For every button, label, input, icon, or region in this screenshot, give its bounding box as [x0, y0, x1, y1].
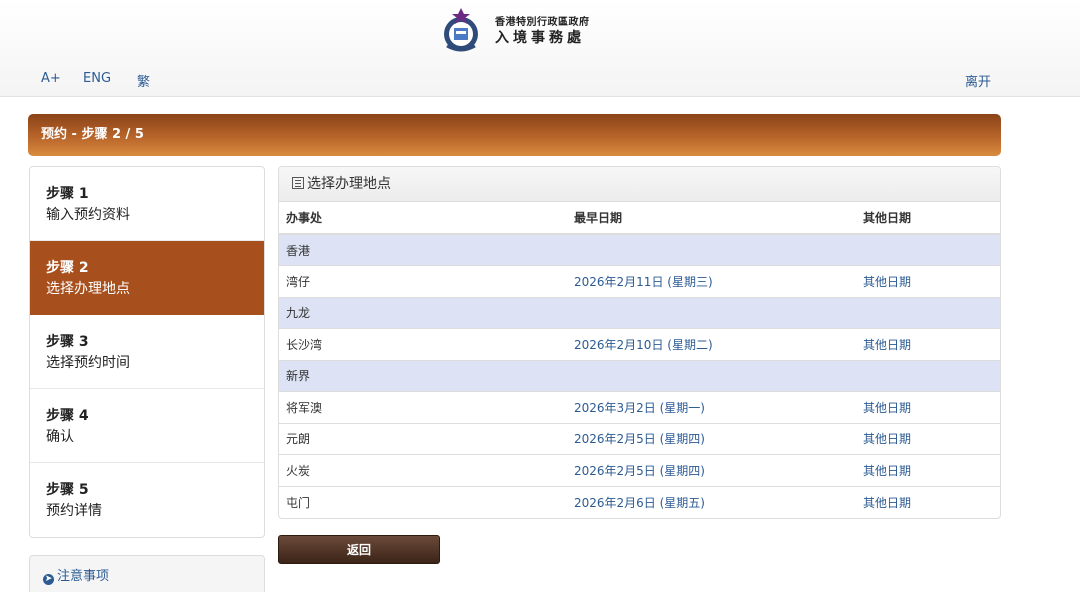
back-button[interactable]: 返回	[278, 535, 440, 564]
table-row: 火炭 2026年2月5日 (星期四) 其他日期	[279, 454, 1000, 486]
office-name: 湾仔	[279, 265, 567, 297]
immigration-department-emblem-icon	[444, 8, 478, 52]
step-title: 步骤 5	[46, 482, 89, 498]
region-row: 香港	[279, 233, 1000, 266]
step-item-1: 步骤 1 输入预约资料	[30, 167, 264, 241]
earliest-date-link[interactable]: 2026年2月10日 (星期二)	[574, 338, 713, 352]
other-dates-link[interactable]: 其他日期	[863, 401, 911, 415]
table-header-row: 办事处 最早日期 其他日期	[279, 202, 1000, 235]
traditional-chinese-link[interactable]: 繁	[137, 71, 150, 90]
step-list: 步骤 1 输入预约资料 步骤 2 选择办理地点 步骤 3 选择预约时间 步骤 4…	[29, 166, 265, 538]
department-name-line1: 香港特別行政區政府	[495, 17, 590, 28]
other-dates-link[interactable]: 其他日期	[863, 496, 911, 510]
step-title: 步骤 1	[46, 186, 89, 202]
office-name: 火炭	[279, 454, 567, 486]
office-table: 办事处 最早日期 其他日期 香港 湾仔 2026年2月11日 (星期三) 其他日…	[279, 202, 1000, 518]
office-selection-panel: 选择办理地点 办事处 最早日期 其他日期 香港 湾仔 2026年2月11日 (星…	[278, 166, 1001, 519]
english-language-link[interactable]: ENG	[83, 71, 111, 86]
region-name: 香港	[279, 233, 1000, 266]
step-progress-banner: 预约 - 步骤 2 / 5	[28, 114, 1001, 156]
panel-header: 选择办理地点	[279, 167, 1000, 202]
department-name-line2: 入境事務處	[495, 30, 585, 46]
earliest-date-link[interactable]: 2026年2月5日 (星期四)	[574, 464, 705, 478]
region-row: 新界	[279, 359, 1000, 392]
earliest-date-link[interactable]: 2026年2月5日 (星期四)	[574, 432, 705, 446]
earliest-date-link[interactable]: 2026年3月2日 (星期一)	[574, 401, 705, 415]
notice-panel: ➤ 注意事项	[29, 555, 265, 592]
table-row: 元朗 2026年2月5日 (星期四) 其他日期	[279, 422, 1000, 455]
site-header: 香港特別行政區政府 入境事務處 A+ ENG 繁 离开	[0, 0, 1080, 97]
column-header-office: 办事处	[279, 202, 567, 235]
step-description: 选择预约时间	[46, 355, 130, 371]
table-row: 将军澳 2026年3月2日 (星期一) 其他日期	[279, 391, 1000, 423]
earliest-date-link[interactable]: 2026年2月11日 (星期三)	[574, 275, 713, 289]
list-icon	[292, 177, 304, 189]
other-dates-link[interactable]: 其他日期	[863, 464, 911, 478]
column-header-other-dates: 其他日期	[856, 202, 1000, 235]
other-dates-link[interactable]: 其他日期	[863, 338, 911, 352]
step-item-4: 步骤 4 确认	[30, 389, 264, 463]
arrow-circle-icon: ➤	[43, 574, 54, 585]
notice-label: 注意事项	[57, 569, 110, 584]
step-title: 步骤 3	[46, 334, 89, 350]
office-name: 元朗	[279, 422, 567, 455]
font-size-increase-link[interactable]: A+	[41, 71, 61, 86]
region-name: 新界	[279, 359, 1000, 392]
step-title: 步骤 2	[46, 260, 89, 276]
office-name: 将军澳	[279, 391, 567, 423]
exit-link[interactable]: 离开	[965, 71, 991, 90]
step-title: 步骤 4	[46, 408, 89, 424]
step-description: 输入预约资料	[46, 207, 130, 223]
step-description: 预约详情	[46, 503, 102, 519]
step-description: 确认	[46, 429, 74, 445]
step-item-5: 步骤 5 预约详情	[30, 463, 264, 537]
region-row: 九龙	[279, 296, 1000, 329]
other-dates-link[interactable]: 其他日期	[863, 275, 911, 289]
column-header-earliest-date: 最早日期	[567, 202, 856, 235]
earliest-date-link[interactable]: 2026年2月6日 (星期五)	[574, 496, 705, 510]
table-row: 湾仔 2026年2月11日 (星期三) 其他日期	[279, 265, 1000, 297]
office-name: 屯门	[279, 485, 567, 518]
step-description: 选择办理地点	[46, 281, 130, 297]
panel-title: 选择办理地点	[307, 176, 391, 192]
office-name: 长沙湾	[279, 328, 567, 360]
table-row: 屯门 2026年2月6日 (星期五) 其他日期	[279, 485, 1000, 518]
department-name: 香港特別行政區政府 入境事務處	[495, 16, 590, 47]
region-name: 九龙	[279, 296, 1000, 329]
step-item-3: 步骤 3 选择预约时间	[30, 315, 264, 389]
step-item-2: 步骤 2 选择办理地点	[30, 241, 264, 315]
other-dates-link[interactable]: 其他日期	[863, 432, 911, 446]
notice-link[interactable]: ➤ 注意事项	[43, 569, 110, 585]
table-row: 长沙湾 2026年2月10日 (星期二) 其他日期	[279, 328, 1000, 360]
